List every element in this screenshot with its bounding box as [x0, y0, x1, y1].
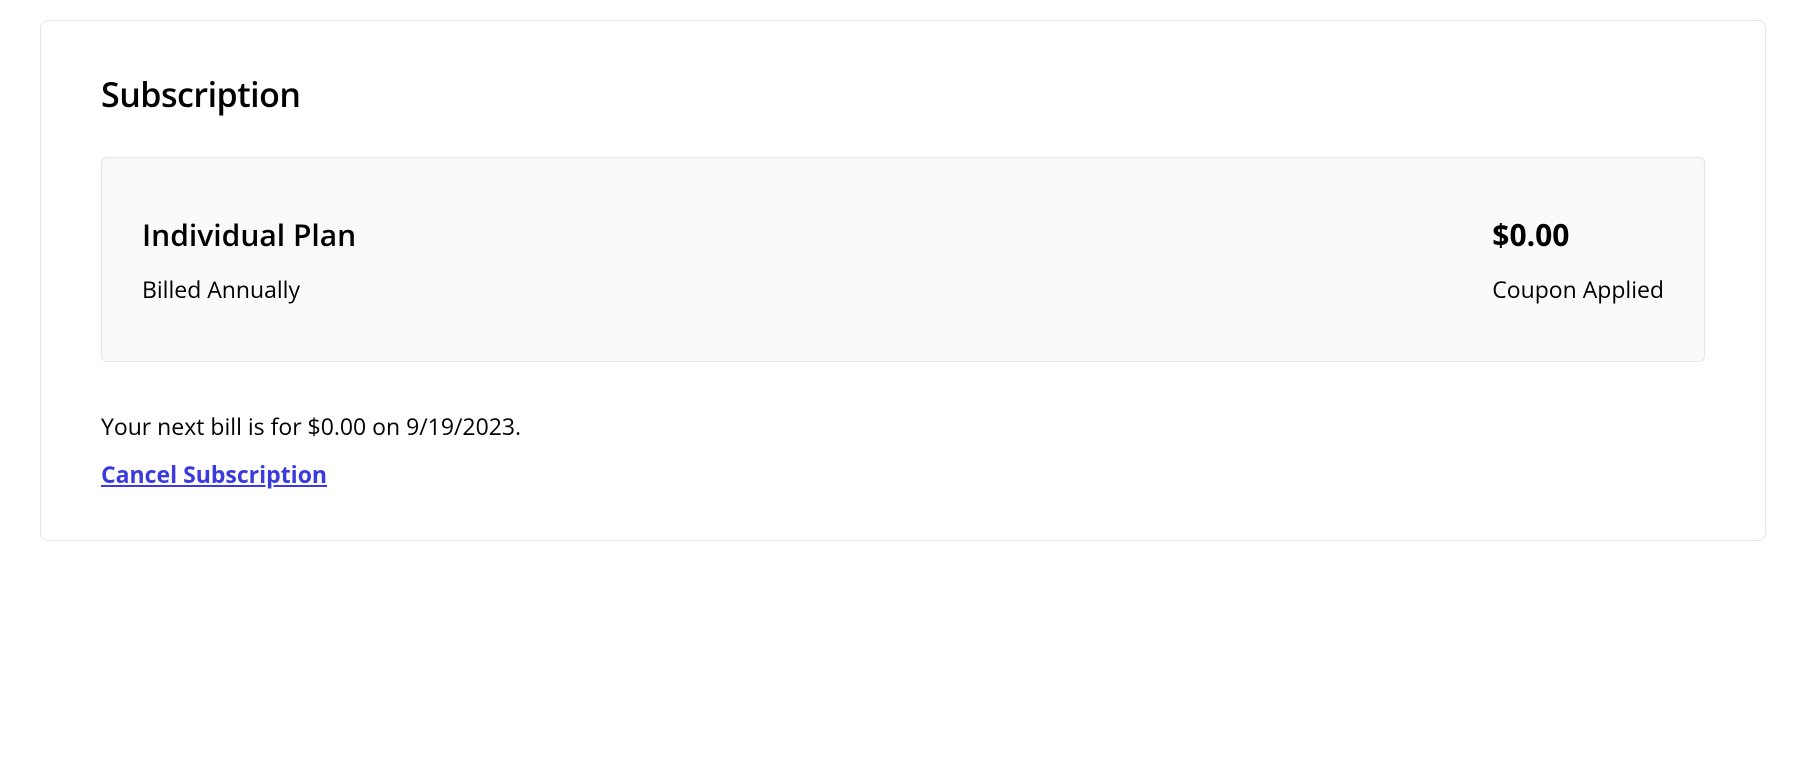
- plan-price: $0.00: [1492, 214, 1569, 255]
- subscription-heading: Subscription: [101, 71, 1705, 117]
- plan-right: $0.00 Coupon Applied: [1492, 214, 1664, 305]
- plan-box: Individual Plan Billed Annually $0.00 Co…: [101, 157, 1705, 362]
- plan-name: Individual Plan: [142, 214, 356, 255]
- subscription-card: Subscription Individual Plan Billed Annu…: [40, 20, 1766, 541]
- cancel-subscription-link[interactable]: Cancel Subscription: [101, 458, 327, 490]
- plan-coupon-status: Coupon Applied: [1492, 273, 1664, 305]
- plan-left: Individual Plan Billed Annually: [142, 214, 356, 305]
- next-bill-text: Your next bill is for $0.00 on 9/19/2023…: [101, 410, 1705, 442]
- plan-billing-cycle: Billed Annually: [142, 273, 356, 305]
